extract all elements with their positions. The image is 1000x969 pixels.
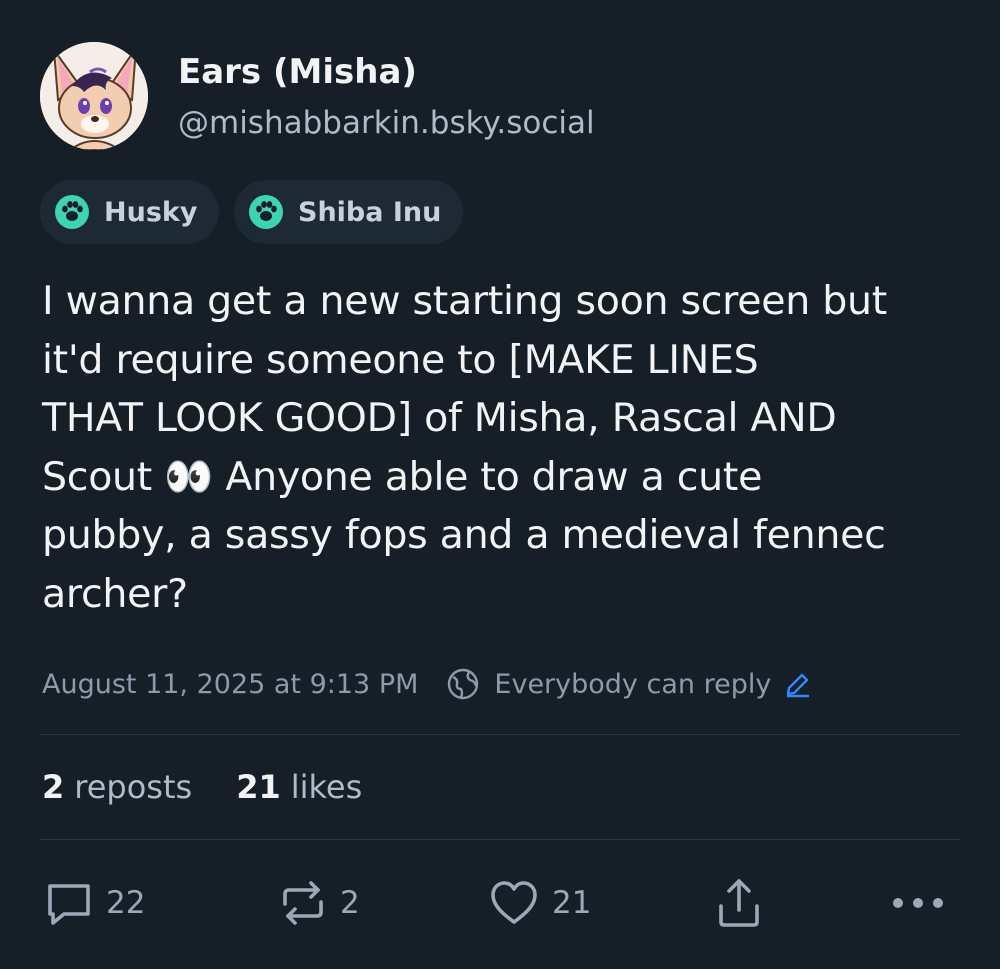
share-button[interactable] bbox=[714, 872, 764, 934]
likes-stat[interactable]: 21 likes bbox=[236, 768, 362, 806]
author-display-name[interactable]: Ears (Misha) bbox=[178, 52, 417, 92]
share-icon bbox=[719, 879, 759, 927]
like-count: 21 bbox=[552, 885, 592, 921]
heart-icon bbox=[491, 881, 537, 924]
globe-icon bbox=[448, 668, 479, 700]
repost-icon bbox=[283, 881, 323, 925]
reposts-stat[interactable]: 2 reposts bbox=[42, 768, 192, 806]
divider bbox=[40, 734, 960, 735]
paw-icon bbox=[55, 195, 89, 229]
reposts-label: reposts bbox=[74, 768, 193, 806]
reply-count: 22 bbox=[106, 885, 146, 921]
tag-label: Shiba Inu bbox=[298, 196, 442, 228]
divider bbox=[40, 839, 960, 840]
likes-label: likes bbox=[290, 768, 363, 806]
like-button[interactable]: 21 bbox=[488, 872, 591, 934]
post-stats: 2 reposts 21 likes bbox=[42, 768, 406, 806]
avatar[interactable] bbox=[40, 42, 148, 150]
more-options-button[interactable] bbox=[890, 872, 946, 934]
pencil-icon[interactable] bbox=[783, 669, 813, 699]
paw-icon bbox=[249, 195, 283, 229]
tag-chip-shiba-inu[interactable]: Shiba Inu bbox=[234, 180, 464, 244]
repost-button[interactable]: 2 bbox=[278, 872, 360, 934]
repost-count: 2 bbox=[340, 885, 360, 921]
author-handle[interactable]: @mishabbarkin.bsky.social bbox=[178, 105, 595, 141]
reply-button[interactable]: 22 bbox=[44, 872, 145, 934]
likes-count: 21 bbox=[236, 768, 281, 806]
post-text: I wanna get a new starting soon screen b… bbox=[42, 278, 887, 617]
action-bar: 22 2 21 bbox=[0, 872, 1000, 934]
reply-setting-link[interactable]: Everybody can reply bbox=[494, 669, 771, 700]
tag-chip-husky[interactable]: Husky bbox=[40, 180, 220, 244]
more-icon bbox=[893, 898, 943, 908]
comment-icon bbox=[48, 884, 90, 925]
post-meta: August 11, 2025 at 9:13 PM Everybody can… bbox=[42, 664, 813, 704]
post-timestamp: August 11, 2025 at 9:13 PM bbox=[42, 668, 419, 700]
tag-label: Husky bbox=[104, 196, 198, 228]
reposts-count: 2 bbox=[42, 768, 65, 806]
fennec-avatar-icon bbox=[40, 42, 148, 150]
